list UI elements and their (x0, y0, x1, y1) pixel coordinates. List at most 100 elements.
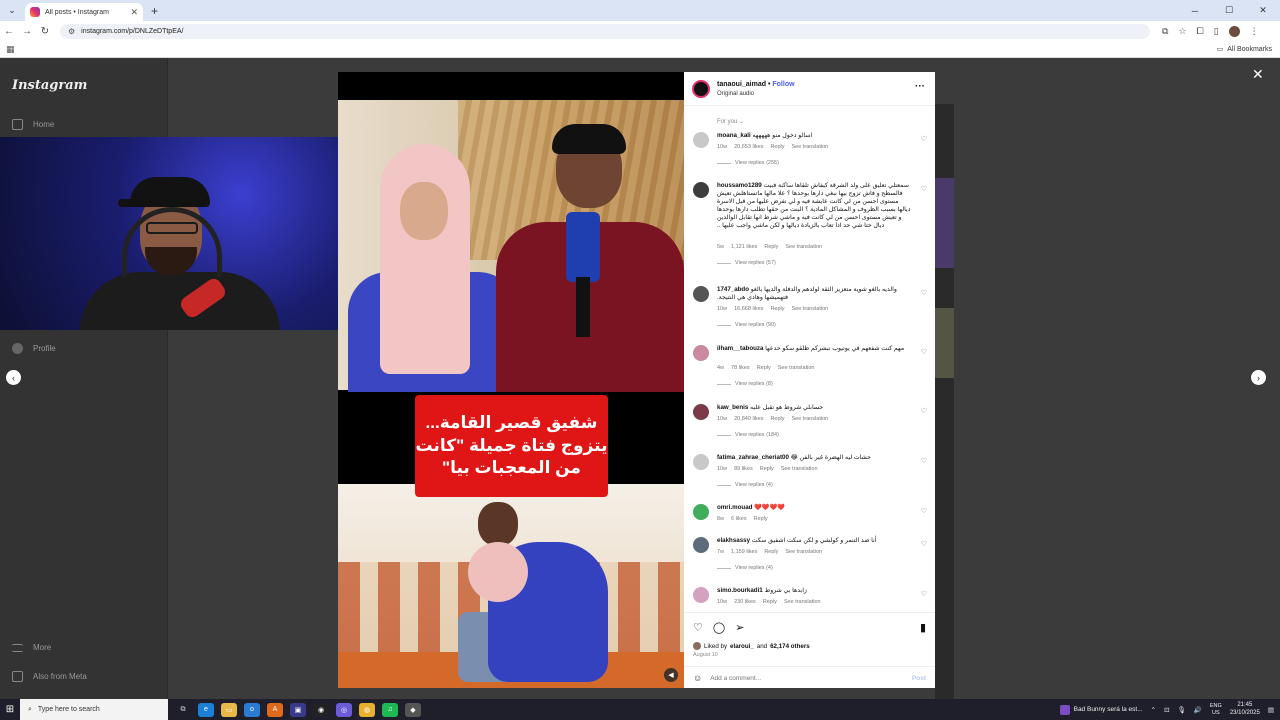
close-modal-icon[interactable]: ✕ (1252, 66, 1264, 83)
comment-like-icon[interactable]: ♡ (921, 185, 927, 193)
now-playing-widget[interactable]: Bad Bunny será la est... (1059, 704, 1143, 715)
post-video[interactable]: شفيق قصير القامة... يتزوج فتاة جميلة "كا… (338, 72, 684, 688)
view-replies-button[interactable]: View replies (4) (717, 565, 773, 571)
view-replies-button[interactable]: View replies (184) (717, 432, 779, 438)
view-replies-button[interactable]: View replies (90) (717, 322, 776, 328)
extensions-icon[interactable]: ⧠ (1197, 26, 1204, 37)
minimize-icon[interactable]: ─ (1178, 0, 1212, 21)
network-icon[interactable]: ⊡ (1164, 706, 1169, 714)
instagram-logo[interactable]: Instagram (12, 78, 87, 93)
spotify-icon[interactable]: ♫ (382, 702, 398, 717)
mute-icon[interactable]: ◀ (664, 668, 678, 682)
nav-more[interactable]: More (12, 643, 51, 652)
comment-like-icon[interactable]: ♡ (921, 135, 927, 143)
all-bookmarks-button[interactable]: ▭ All Bookmarks (1217, 45, 1272, 54)
share-send-icon[interactable]: ➢ (735, 621, 744, 634)
outlook-icon[interactable]: o (244, 702, 260, 717)
reply-button[interactable]: Reply (770, 306, 784, 312)
commenter-avatar[interactable] (693, 286, 709, 302)
see-translation-button[interactable]: See translation (792, 416, 829, 422)
reply-button[interactable]: Reply (770, 416, 784, 422)
taskbar-search[interactable]: ⌕ Type here to search (20, 699, 168, 720)
menu-icon[interactable]: ⋮ (1250, 26, 1259, 37)
sidebar-toggle-icon[interactable]: ▯ (1214, 26, 1219, 37)
install-app-icon[interactable]: ⧉ (1162, 26, 1168, 37)
comment-username[interactable]: houssamo1289 (717, 182, 762, 189)
app-icon[interactable]: A (267, 702, 283, 717)
comment-sort-dropdown[interactable]: For you ⌄ (717, 118, 744, 125)
emoji-icon[interactable]: ☺ (693, 673, 702, 683)
previous-post-button[interactable]: ‹ (6, 370, 21, 385)
chrome-icon[interactable]: ◍ (359, 702, 375, 717)
nav-home[interactable]: Home (12, 119, 54, 130)
liked-by-user[interactable]: elaroui_ (730, 643, 754, 650)
forward-icon[interactable]: → (18, 26, 36, 37)
like-heart-icon[interactable]: ♡ (693, 621, 703, 634)
file-explorer-icon[interactable]: ▭ (221, 702, 237, 717)
comment-likes[interactable]: 1,159 likes (731, 549, 757, 555)
add-comment-input[interactable] (710, 674, 912, 682)
author-avatar[interactable] (692, 80, 710, 98)
bookmark-star-icon[interactable]: ☆ (1178, 26, 1186, 37)
comment-username[interactable]: 1747_abdo (717, 286, 749, 293)
view-replies-button[interactable]: View replies (4) (717, 482, 773, 488)
view-replies-button[interactable]: View replies (57) (717, 260, 776, 266)
commenter-avatar[interactable] (693, 587, 709, 603)
comment-username[interactable]: fatima_zahrae_cheriat00 (717, 454, 789, 461)
comment-bubble-icon[interactable]: ◯ (713, 621, 725, 634)
reply-button[interactable]: Reply (760, 466, 774, 472)
reply-button[interactable]: Reply (770, 144, 784, 150)
commenter-avatar[interactable] (693, 132, 709, 148)
view-replies-button[interactable]: View replies (255) (717, 160, 779, 166)
commenter-avatar[interactable] (693, 537, 709, 553)
reply-button[interactable]: Reply (757, 365, 771, 371)
browser-tab[interactable]: All posts • Instagram ✕ (25, 3, 143, 21)
site-info-icon[interactable]: ⚙ (68, 27, 75, 36)
new-tab-icon[interactable]: + (151, 4, 158, 18)
volume-icon[interactable]: 🔊 (1194, 706, 1202, 714)
commenter-avatar[interactable] (693, 454, 709, 470)
comment-likes[interactable]: 6 likes (731, 516, 747, 522)
reply-button[interactable]: Reply (763, 599, 777, 605)
comment-likes[interactable]: 230 likes (734, 599, 756, 605)
close-window-icon[interactable]: ✕ (1246, 0, 1280, 21)
reload-icon[interactable]: ↻ (36, 26, 54, 37)
liked-by-others[interactable]: 62,174 others (770, 643, 810, 650)
apps-grid-icon[interactable]: ▦ (6, 44, 15, 55)
comment-likes[interactable]: 89 likes (734, 466, 753, 472)
see-translation-button[interactable]: See translation (792, 306, 829, 312)
obs-icon[interactable]: ◉ (313, 702, 329, 717)
comment-like-icon[interactable]: ♡ (921, 507, 927, 515)
commenter-avatar[interactable] (693, 345, 709, 361)
save-bookmark-icon[interactable]: ▮ (920, 621, 926, 634)
mic-tray-icon[interactable]: 🎙 (1178, 706, 1186, 714)
comment-likes[interactable]: 78 likes (731, 365, 750, 371)
edge-icon[interactable]: e (198, 702, 214, 717)
task-view-icon[interactable]: ⧉ (175, 703, 191, 717)
comment-likes[interactable]: 20,840 likes (734, 416, 763, 422)
comment-like-icon[interactable]: ♡ (921, 540, 927, 548)
view-replies-button[interactable]: View replies (8) (717, 381, 773, 387)
reply-button[interactable]: Reply (764, 244, 778, 250)
comment-likes[interactable]: 16,668 likes (734, 306, 763, 312)
commenter-avatar[interactable] (693, 504, 709, 520)
comment-likes[interactable]: 1,121 likes (731, 244, 757, 250)
comment-username[interactable]: kaw_benis (717, 404, 748, 411)
tray-chevron-icon[interactable]: ⌃ (1151, 706, 1156, 714)
post-comment-button[interactable]: Post (912, 675, 926, 682)
commenter-avatar[interactable] (693, 182, 709, 198)
comment-like-icon[interactable]: ♡ (921, 590, 927, 598)
comment-like-icon[interactable]: ♡ (921, 407, 927, 415)
more-options-icon[interactable]: ··· (915, 81, 925, 92)
app-icon[interactable]: ◆ (405, 702, 421, 717)
comment-username[interactable]: ilham__tabouza (717, 345, 763, 352)
commenter-avatar[interactable] (693, 404, 709, 420)
nav-profile[interactable]: Profile (12, 343, 56, 354)
reply-button[interactable]: Reply (754, 516, 768, 522)
original-audio-link[interactable]: Original audio (717, 91, 754, 97)
see-translation-button[interactable]: See translation (785, 549, 822, 555)
close-tab-icon[interactable]: ✕ (130, 7, 138, 18)
maximize-icon[interactable]: ☐ (1212, 0, 1246, 21)
url-input[interactable]: ⚙ instagram.com/p/DNLZeDTtpEA/ (60, 23, 1150, 39)
comment-username[interactable]: moana_kali (717, 132, 751, 139)
